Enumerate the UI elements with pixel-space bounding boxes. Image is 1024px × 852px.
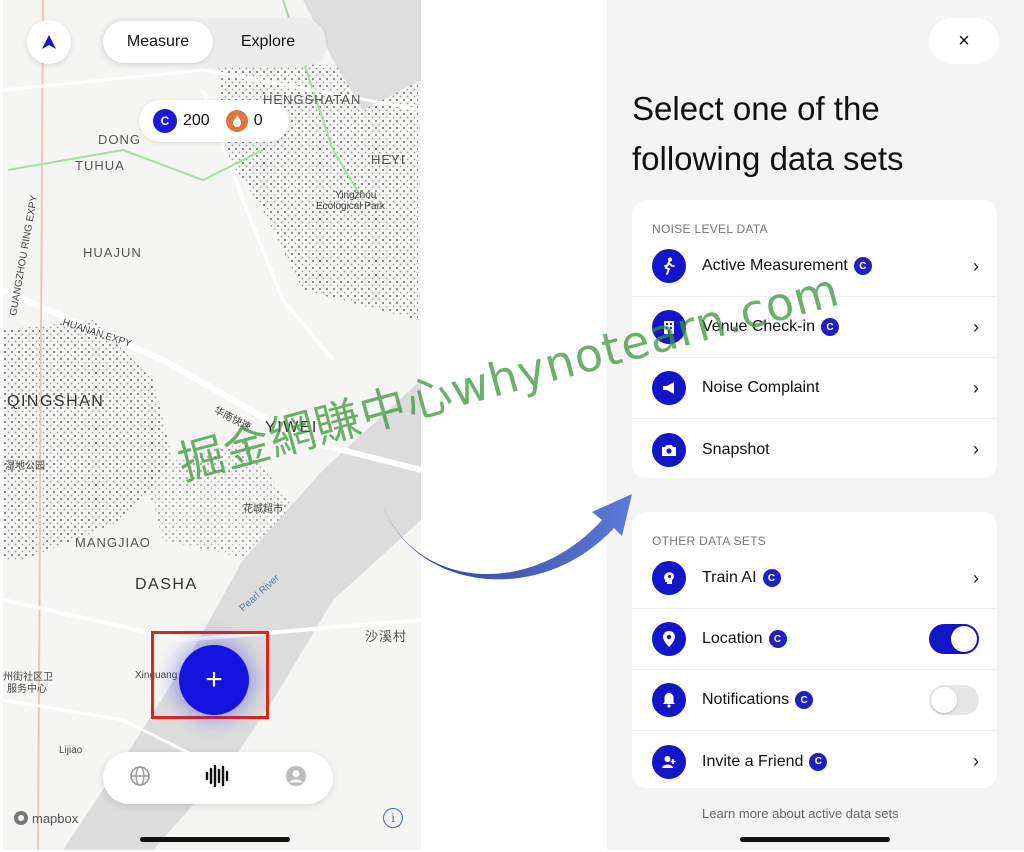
map-label: TUHUA <box>75 158 125 173</box>
map-label: Lijiao <box>59 745 83 756</box>
app-logo-button[interactable] <box>27 20 71 64</box>
location-icon <box>652 622 686 656</box>
other-data-sets-card: OTHER DATA SETS Train AI C › Location C <box>632 512 997 788</box>
map-label: HEYI <box>371 152 406 167</box>
mapbox-text: mapbox <box>32 810 79 826</box>
walking-icon <box>652 249 686 283</box>
chevron-right-icon: › <box>973 567 979 588</box>
info-button[interactable]: i <box>383 808 403 828</box>
screenshot-root: Measure Explore C 200 0 HENGSHATAN DONG … <box>0 0 1024 852</box>
chevron-right-icon: › <box>973 377 979 398</box>
camera-icon <box>652 432 686 467</box>
row-snapshot[interactable]: Snapshot › <box>632 419 997 480</box>
app-logo-icon <box>42 35 56 49</box>
globe-icon[interactable] <box>129 765 151 792</box>
section-title: OTHER DATA SETS <box>652 534 767 548</box>
close-button[interactable]: × <box>929 18 999 64</box>
map-label: HENGSHATAN <box>263 92 362 107</box>
map-label: 花城超市 <box>243 504 283 515</box>
home-indicator <box>740 837 890 842</box>
mode-switch: Measure Explore <box>100 18 326 66</box>
coin-badge: C <box>762 569 781 587</box>
row-label: Invite a Friend <box>702 752 804 770</box>
row-train-ai[interactable]: Train AI C › <box>632 548 997 609</box>
bell-icon <box>652 683 686 717</box>
map-label: Ecological Park <box>316 201 385 212</box>
profile-icon[interactable] <box>285 765 307 792</box>
chevron-right-icon: › <box>973 316 979 337</box>
row-label: Snapshot <box>702 440 770 458</box>
row-label: Notifications <box>702 691 790 708</box>
coin-icon: C <box>153 109 177 133</box>
tab-measure[interactable]: Measure <box>103 21 213 63</box>
section-title: NOISE LEVEL DATA <box>652 222 768 236</box>
coin-badge: C <box>795 691 814 709</box>
chevron-right-icon: › <box>973 255 979 276</box>
map-label: 服务中心 <box>7 684 47 695</box>
coin-balance: 200 <box>183 112 210 129</box>
chevron-right-icon: › <box>973 751 979 771</box>
add-user-icon <box>652 744 686 779</box>
notifications-toggle[interactable] <box>929 685 979 715</box>
toggle-knob <box>951 626 977 652</box>
bottom-nav <box>103 752 333 804</box>
chevron-right-icon: › <box>973 439 979 459</box>
mapbox-logo: mapbox <box>13 810 78 826</box>
fire-balance: 0 <box>253 112 263 129</box>
coin-badge: C <box>768 630 787 648</box>
page-title: Select one of the following data sets <box>632 84 962 184</box>
row-location: Location C <box>632 609 997 670</box>
toggle-knob <box>931 687 957 713</box>
map-label: QINGSHAN <box>7 393 105 410</box>
row-invite-friend[interactable]: Invite a Friend C › <box>632 731 997 792</box>
map-label: HUAJUN <box>83 245 142 260</box>
map-label: 沙溪村 <box>365 629 408 644</box>
learn-more-link[interactable]: Learn more about active data sets <box>702 806 899 821</box>
tab-explore[interactable]: Explore <box>213 21 323 63</box>
map-label: 湿地公园 <box>5 461 45 472</box>
home-indicator <box>140 837 290 842</box>
location-toggle[interactable] <box>929 624 979 654</box>
add-measurement-button[interactable]: + <box>179 645 249 715</box>
title-line-1: Select one of the <box>632 90 880 127</box>
row-noise-complaint[interactable]: Noise Complaint › <box>632 358 997 419</box>
map-label: DASHA <box>135 576 198 593</box>
megaphone-icon <box>652 371 686 405</box>
soundwave-icon[interactable] <box>204 764 232 793</box>
row-label: Location <box>702 630 763 647</box>
brain-icon <box>652 561 686 595</box>
title-line-2: following data sets <box>632 140 904 177</box>
row-notifications: Notifications C <box>632 670 997 731</box>
row-label: Noise Complaint <box>702 379 820 396</box>
data-sets-screen: × Select one of the following data sets … <box>607 0 1024 850</box>
mapbox-icon <box>14 811 28 825</box>
coin-badge: C <box>853 257 872 275</box>
coin-badge: C <box>809 752 828 771</box>
fire-icon <box>225 110 248 132</box>
map-label: Yingzhou <box>335 190 377 201</box>
map-label: MANGJIAO <box>75 535 151 550</box>
map-label: DONG <box>98 132 141 147</box>
row-label: Train AI <box>702 569 757 586</box>
curved-arrow <box>380 494 632 580</box>
